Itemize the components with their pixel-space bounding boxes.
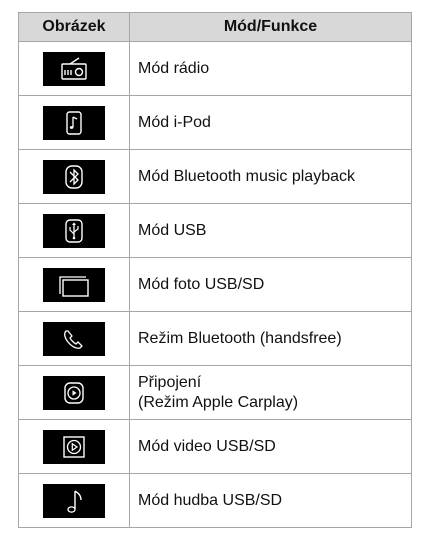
table-row: Mód USB bbox=[18, 203, 412, 258]
table-row: Mód hudba USB/SD bbox=[18, 473, 412, 528]
row-label: Mód rádio bbox=[129, 41, 412, 96]
row-label: Mód hudba USB/SD bbox=[129, 473, 412, 528]
row-label: Režim Bluetooth (handsfree) bbox=[129, 311, 412, 366]
music-note-icon bbox=[43, 483, 105, 518]
row-label-line1: Připojení bbox=[138, 373, 202, 391]
radio-icon bbox=[43, 51, 105, 86]
header-icon-column: Obrázek bbox=[18, 12, 130, 42]
table-row: Režim Bluetooth (handsfree) bbox=[18, 311, 412, 366]
row-label-line2: (Režim Apple Carplay) bbox=[138, 393, 299, 411]
header-row: Obrázek Mód/Funkce bbox=[18, 12, 412, 42]
table-row: Připojení (Režim Apple Carplay) bbox=[18, 365, 412, 420]
table-row: Mód Bluetooth music playback bbox=[18, 149, 412, 204]
header-mode-column: Mód/Funkce bbox=[129, 12, 412, 42]
row-label: Mód i-Pod bbox=[129, 95, 412, 150]
photo-frame-icon bbox=[43, 267, 105, 302]
table-row: Mód rádio bbox=[18, 41, 412, 96]
usb-icon bbox=[43, 213, 105, 248]
carplay-play-icon bbox=[43, 375, 105, 410]
video-play-icon bbox=[43, 429, 105, 464]
bluetooth-icon bbox=[43, 159, 105, 194]
row-label: Mód video USB/SD bbox=[129, 419, 412, 474]
table-row: Mód i-Pod bbox=[18, 95, 412, 150]
table-row: Mód foto USB/SD bbox=[18, 257, 412, 312]
table-row: Mód video USB/SD bbox=[18, 419, 412, 474]
row-label: Připojení (Režim Apple Carplay) bbox=[129, 365, 412, 420]
row-label: Mód foto USB/SD bbox=[129, 257, 412, 312]
row-label: Mód Bluetooth music playback bbox=[129, 149, 412, 204]
phone-icon bbox=[43, 321, 105, 356]
row-label: Mód USB bbox=[129, 203, 412, 258]
ipod-icon bbox=[43, 105, 105, 140]
mode-table: Obrázek Mód/Funkce Mód rádio Mód i-Pod M… bbox=[18, 12, 412, 528]
